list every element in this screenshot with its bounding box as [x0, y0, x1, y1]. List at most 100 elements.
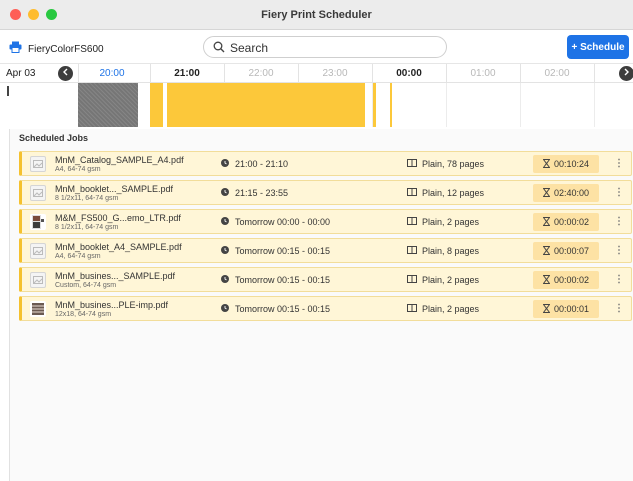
job-row[interactable]: MnM_busines...PLE-imp.pdf 12x18, 64-74 g…	[19, 296, 632, 321]
job-paper: Plain, 8 pages	[407, 246, 479, 256]
job-paper-text: Plain, 12 pages	[422, 188, 485, 198]
timeline-job-block[interactable]	[167, 83, 365, 127]
job-time-text: 21:00 - 21:10	[235, 159, 289, 169]
job-name: MnM_busines...PLE-imp.pdf	[55, 300, 169, 310]
hourglass-icon	[542, 274, 551, 286]
job-row[interactable]: MnM_busines..._SAMPLE.pdf Custom, 64-74 …	[19, 267, 632, 292]
search-placeholder: Search	[230, 41, 269, 55]
timeline-left-marker	[7, 86, 9, 96]
job-paper-text: Plain, 2 pages	[422, 304, 480, 314]
job-paper: Plain, 78 pages	[407, 159, 484, 169]
document-placeholder-icon	[30, 185, 46, 201]
clock-icon	[221, 275, 229, 285]
job-row[interactable]: MnM_Catalog_SAMPLE_A4.pdf A4, 64-74 gsm …	[19, 151, 632, 176]
timeline-tick: 22:00	[248, 68, 274, 79]
job-paper-text: Plain, 2 pages	[422, 275, 480, 285]
job-duration: 00:10:24	[533, 155, 599, 173]
striped-thumbnail	[30, 301, 46, 317]
job-media: 12x18, 64-74 gsm	[55, 311, 112, 318]
job-duration-text: 00:00:07	[553, 246, 590, 256]
job-paper: Plain, 2 pages	[407, 275, 479, 285]
job-time: Tomorrow 00:15 - 00:15	[221, 304, 330, 314]
job-more-menu-icon[interactable]: ⋮	[614, 274, 624, 285]
window-titlebar: Fiery Print Scheduler	[0, 0, 633, 30]
scheduled-jobs-panel: Scheduled Jobs MnM_Catalog_SAMPLE_A4.pdf…	[9, 129, 633, 481]
timeline-next-button[interactable]	[619, 66, 633, 81]
job-time-text: Tomorrow 00:15 - 00:15	[235, 304, 331, 314]
job-media: A4, 64-74 gsm	[55, 166, 101, 173]
schedule-button[interactable]: + Schedule	[567, 35, 629, 59]
job-paper: Plain, 12 pages	[407, 188, 484, 198]
job-name: MnM_busines..._SAMPLE.pdf	[55, 271, 176, 281]
job-media: A4, 64-74 gsm	[55, 253, 101, 260]
job-more-menu-icon[interactable]: ⋮	[614, 158, 624, 169]
job-duration: 00:00:07	[533, 242, 599, 260]
timeline-date: Apr 03	[6, 68, 36, 79]
timeline-job-block[interactable]	[373, 83, 376, 127]
job-more-menu-icon[interactable]: ⋮	[614, 216, 624, 227]
document-placeholder-icon	[30, 156, 46, 172]
chevron-left-icon	[62, 68, 69, 79]
job-more-menu-icon[interactable]: ⋮	[614, 303, 624, 314]
job-duration: 00:00:02	[533, 213, 599, 231]
toolbar: FieryColorFS600 Search + Schedule	[0, 30, 633, 64]
job-duration-text: 00:00:02	[553, 217, 590, 227]
timeline-job-block[interactable]	[390, 83, 392, 127]
job-time-text: 21:15 - 23:55	[235, 188, 289, 198]
job-more-menu-icon[interactable]: ⋮	[614, 187, 624, 198]
job-paper-text: Plain, 2 pages	[422, 217, 480, 227]
job-name: M&M_FS500_G...emo_LTR.pdf	[55, 213, 181, 223]
clock-icon	[221, 188, 229, 198]
clock-icon	[221, 217, 229, 227]
clock-icon	[221, 159, 229, 169]
timeline-block-past	[78, 83, 138, 127]
book-icon	[407, 275, 417, 285]
job-row[interactable]: M&M_FS500_G...emo_LTR.pdf 8 1/2x11, 64-7…	[19, 209, 632, 234]
hourglass-icon	[542, 187, 551, 199]
clock-icon	[221, 304, 229, 314]
hourglass-icon	[542, 245, 551, 257]
job-name: MnM_Catalog_SAMPLE_A4.pdf	[55, 155, 184, 165]
job-paper: Plain, 2 pages	[407, 304, 479, 314]
timeline-lanes	[0, 83, 633, 127]
job-row[interactable]: MnM_booklet..._SAMPLE.pdf 8 1/2x11, 64-7…	[19, 180, 632, 205]
timeline-prev-button[interactable]	[58, 66, 73, 81]
job-time-text: Tomorrow 00:15 - 00:15	[235, 246, 331, 256]
job-paper-text: Plain, 78 pages	[422, 159, 485, 169]
printer-selector[interactable]: FieryColorFS600	[9, 40, 104, 58]
book-icon	[407, 188, 417, 198]
book-icon	[407, 217, 417, 227]
job-row[interactable]: MnM_booklet_A4_SAMPLE.pdf A4, 64-74 gsm …	[19, 238, 632, 263]
timeline-tick: 02:00	[544, 68, 570, 79]
hourglass-icon	[542, 158, 551, 170]
job-time: 21:15 - 23:55	[221, 188, 288, 198]
job-duration-text: 00:00:01	[553, 304, 590, 314]
timeline-tick: 23:00	[322, 68, 348, 79]
timeline-tick: 20:00	[99, 68, 125, 79]
hourglass-icon	[542, 303, 551, 315]
book-icon	[407, 304, 417, 314]
job-more-menu-icon[interactable]: ⋮	[614, 245, 624, 256]
job-time: Tomorrow 00:00 - 00:00	[221, 217, 330, 227]
job-time-text: Tomorrow 00:15 - 00:15	[235, 275, 331, 285]
job-paper: Plain, 2 pages	[407, 217, 479, 227]
timeline-header: Apr 03 20:00 21:00 22:00 23:00 00:00 01:…	[0, 64, 633, 83]
photo-thumbnail	[30, 214, 46, 230]
clock-icon	[221, 246, 229, 256]
job-duration-text: 00:00:02	[553, 275, 590, 285]
job-time: 21:00 - 21:10	[221, 159, 288, 169]
job-name: MnM_booklet_A4_SAMPLE.pdf	[55, 242, 182, 252]
timeline-tick: 21:00	[174, 68, 200, 79]
job-time: Tomorrow 00:15 - 00:15	[221, 246, 330, 256]
scheduled-jobs-heading: Scheduled Jobs	[19, 133, 89, 143]
document-placeholder-icon	[30, 243, 46, 259]
job-media: 8 1/2x11, 64-74 gsm	[55, 224, 119, 231]
timeline-job-block[interactable]	[150, 83, 163, 127]
printer-name: FieryColorFS600	[28, 43, 104, 55]
job-media: Custom, 64-74 gsm	[55, 282, 117, 289]
job-duration: 02:40:00	[533, 184, 599, 202]
job-duration-text: 00:10:24	[553, 159, 590, 169]
job-duration-text: 02:40:00	[553, 188, 590, 198]
hourglass-icon	[542, 216, 551, 228]
search-input[interactable]: Search	[203, 36, 447, 58]
